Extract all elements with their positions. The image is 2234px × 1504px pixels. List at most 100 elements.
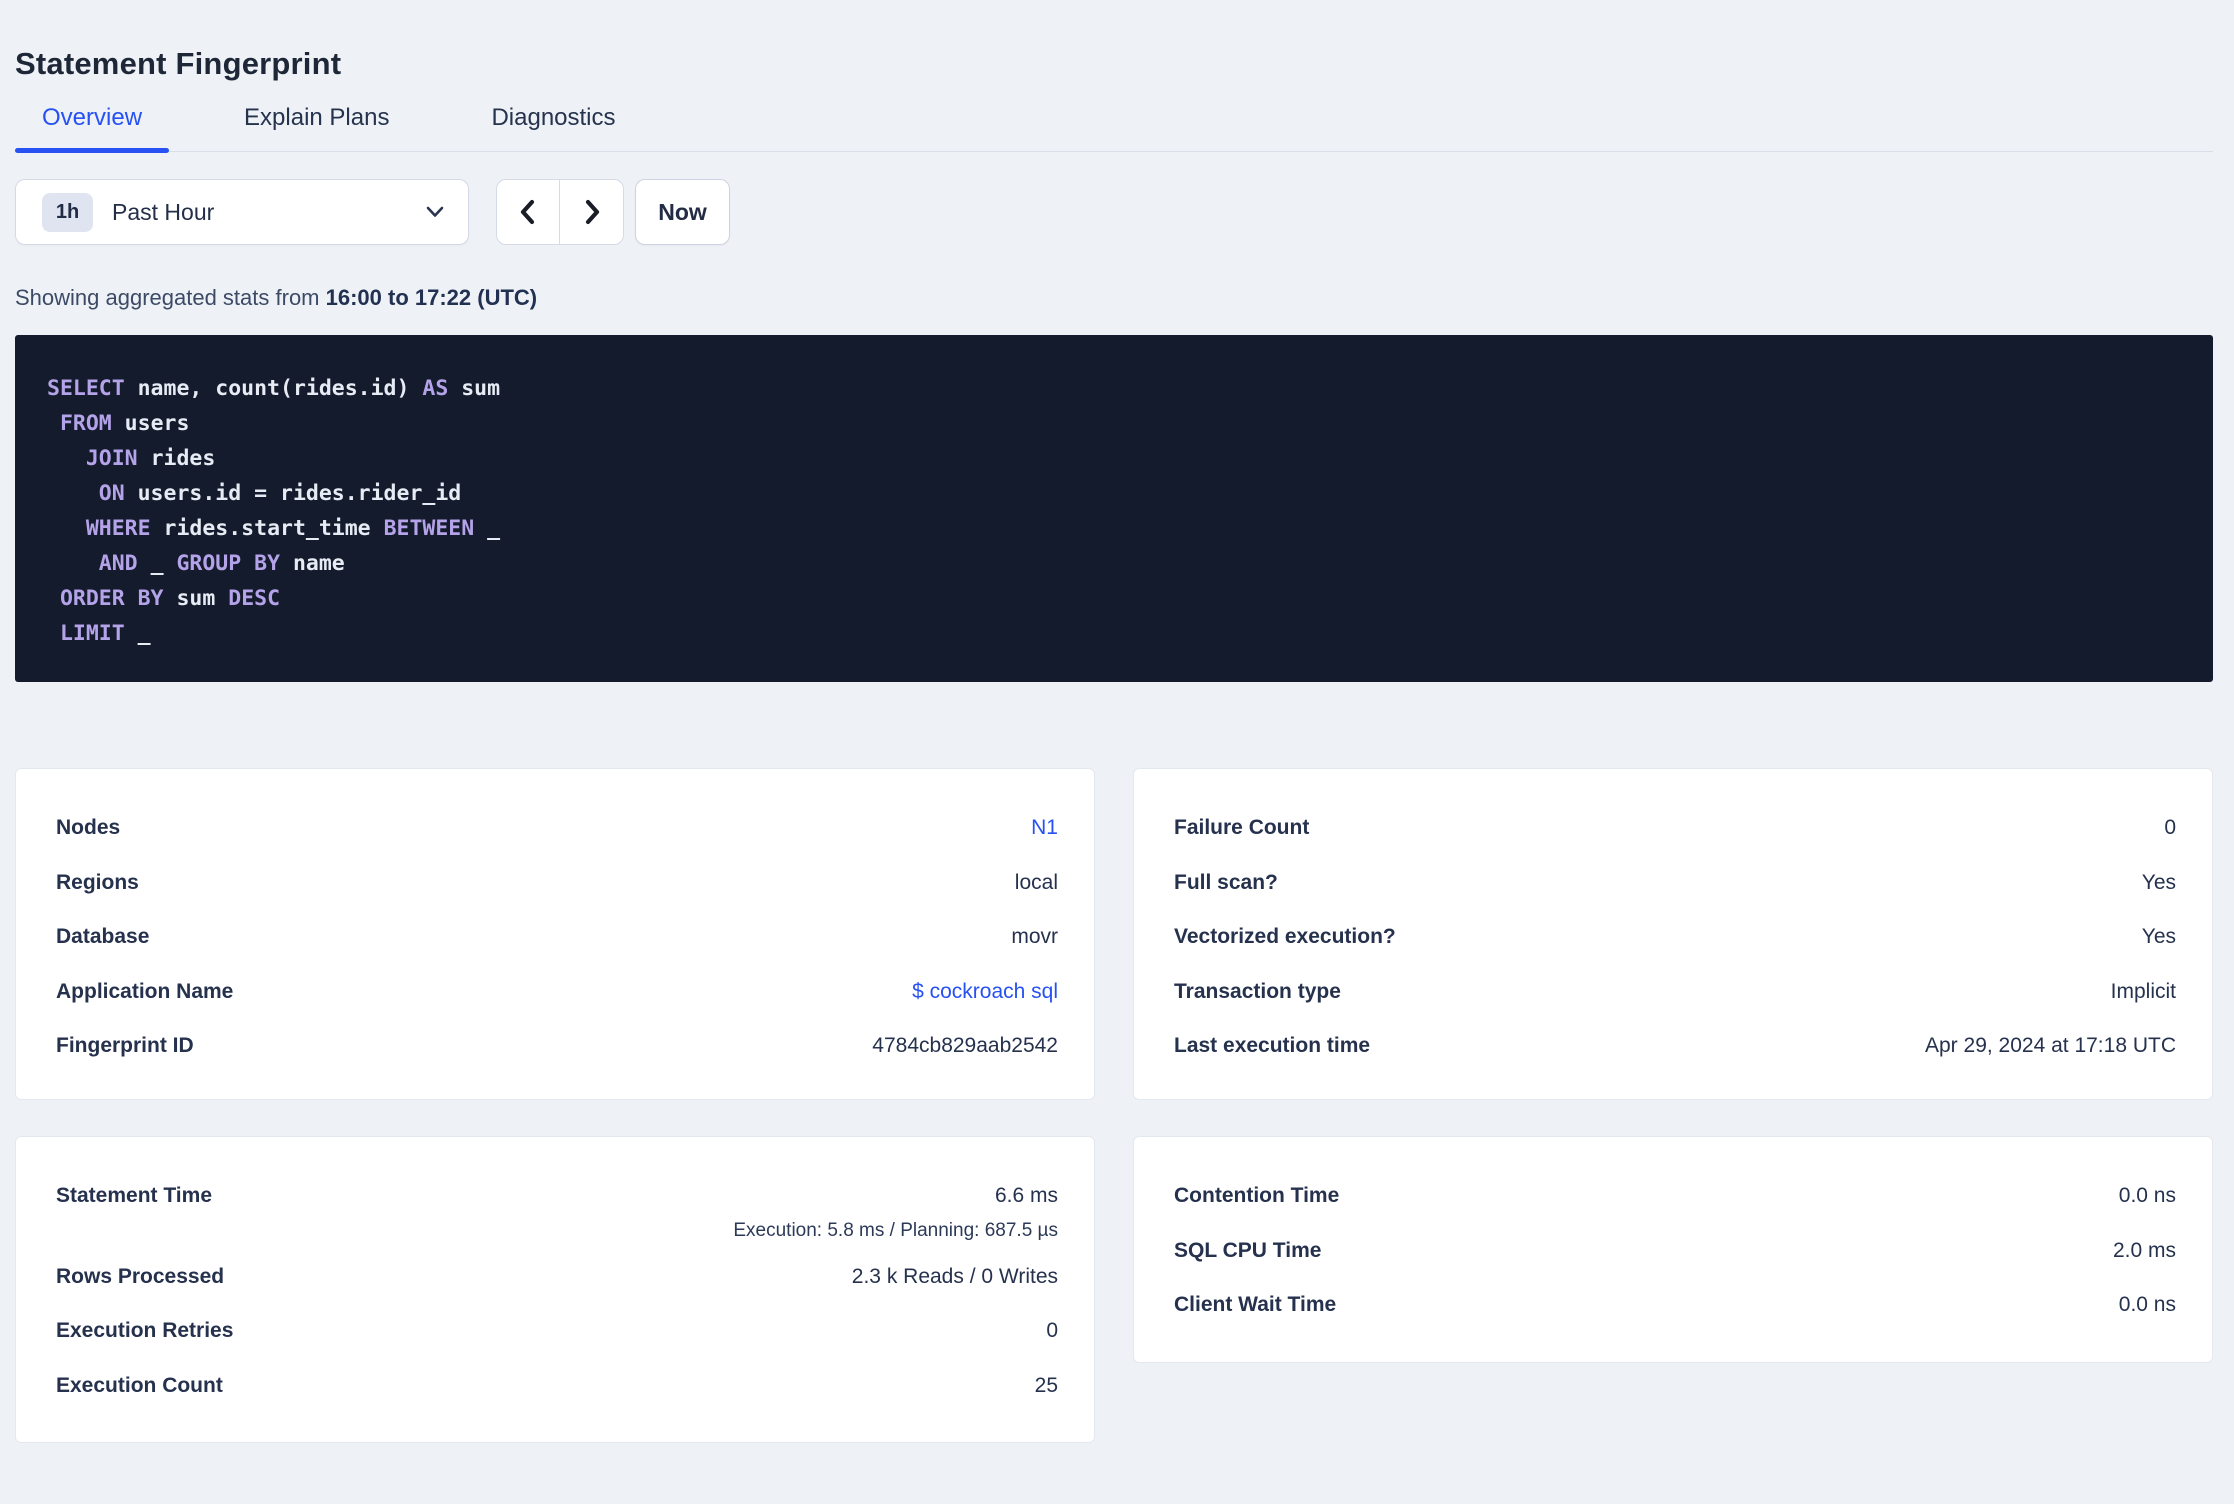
statement-times-card: Statement Time 6.6 ms Execution: 5.8 ms / … (15, 1136, 1095, 1443)
previous-time-window-button[interactable] (497, 180, 560, 244)
stat-row: Contention Time 0.0 ns (1174, 1169, 2176, 1224)
stat-row: Rows Processed 2.3 k Reads / 0 Writes (56, 1250, 1058, 1305)
sql-text: users (111, 411, 190, 436)
stat-value-group: 0 (1046, 1304, 1058, 1359)
sql-line: ON users.id = rides.rider_id (47, 476, 2183, 511)
stat-value-group: $ cockroach sql (912, 965, 1058, 1020)
stat-row: Application Name $ cockroach sql (56, 965, 1058, 1020)
sql-keyword: ON (98, 481, 125, 506)
cards-row-top: Nodes N1 Regions local Database movr Applicati… (15, 768, 2213, 1100)
tab-diagnostics[interactable]: Diagnostics (464, 104, 642, 151)
execution-attributes-card: Failure Count 0 Full scan? Yes Vectorized ex… (1133, 768, 2213, 1100)
sql-text: name, count(rides.id) (124, 376, 423, 401)
stat-label: Execution Retries (56, 1319, 234, 1342)
stat-value: 6.6 ms (994, 1184, 1058, 1207)
chevron-right-icon (585, 199, 599, 225)
sql-text: rides (137, 446, 216, 471)
stat-row: Execution Retries 0 (56, 1304, 1058, 1359)
stat-value-group: 2.3 k Reads / 0 Writes (852, 1250, 1058, 1305)
sql-keyword: AND (98, 551, 138, 576)
sql-text: _ (124, 621, 151, 646)
stat-label: Nodes (56, 816, 121, 839)
sql-text: name (280, 551, 345, 576)
stat-value: Yes (2141, 925, 2176, 948)
stat-label: Regions (56, 870, 139, 894)
stat-value: 2.0 ms (2112, 1238, 2176, 1262)
tab-explain-plans[interactable]: Explain Plans (217, 104, 416, 151)
stat-label: Client Wait Time (1174, 1293, 1337, 1316)
tab-label: Diagnostics (491, 104, 616, 131)
stat-value-group: 4784cb829aab2542 (872, 1019, 1058, 1074)
stat-row: Full scan? Yes (1174, 856, 2176, 911)
sql-line: AND _ GROUP BY name (47, 546, 2183, 581)
sql-line: JOIN rides (47, 441, 2183, 476)
stat-row: Client Wait Time 0.0 ns (1174, 1278, 2176, 1333)
stat-value: 25 (1034, 1373, 1058, 1397)
sql-keyword: SELECT (47, 376, 125, 401)
sql-text: rides.start_time (150, 516, 384, 541)
time-window-nav (496, 179, 624, 245)
sql-keyword: WHERE (85, 516, 151, 541)
stat-label: Fingerprint ID (56, 1034, 194, 1057)
stat-value-group: Implicit (2111, 965, 2176, 1020)
sql-text: sum (163, 586, 229, 611)
stat-row: Database movr (56, 910, 1058, 965)
sql-line: ORDER BY sum DESC (47, 581, 2183, 616)
stat-value-group: 0.0 ns (2119, 1278, 2176, 1333)
wait-times-card: Contention Time 0.0 ns SQL CPU Time 2.0 ms C… (1133, 1136, 2213, 1363)
stat-value: local (1014, 870, 1058, 894)
statement-details-card: Nodes N1 Regions local Database movr Applicati… (15, 768, 1095, 1100)
caption-time-range: 16:00 to 17:22 (UTC) (325, 285, 538, 310)
stat-value: 4784cb829aab2542 (872, 1034, 1058, 1057)
stat-value: movr (1011, 925, 1058, 948)
chevron-down-icon (426, 206, 444, 217)
sql-line: WHERE rides.start_time BETWEEN _ (47, 511, 2183, 546)
sql-line: LIMIT _ (47, 616, 2183, 651)
stat-value: 0 (1046, 1319, 1058, 1342)
stat-label: Execution Count (56, 1373, 223, 1397)
time-range-label: Past Hour (112, 198, 215, 225)
next-time-window-button[interactable] (560, 180, 623, 244)
stat-row: Statement Time 6.6 ms Execution: 5.8 ms / … (56, 1169, 1058, 1250)
stat-value-group: 6.6 ms Execution: 5.8 ms / Planning: 687.… (733, 1169, 1058, 1250)
stat-label: Contention Time (1174, 1184, 1340, 1207)
tab-overview[interactable]: Overview (15, 104, 170, 153)
stat-value-group: local (1015, 856, 1058, 911)
stat-value: Implicit (2110, 979, 2176, 1003)
stat-value-group: Apr 29, 2024 at 17:18 UTC (1925, 1019, 2176, 1074)
time-range-badge: 1h (42, 192, 93, 232)
stat-row: Transaction type Implicit (1174, 965, 2176, 1020)
stat-subvalue: Execution: 5.8 ms / Planning: 687.5 µs (733, 1219, 1058, 1241)
now-button[interactable]: Now (635, 179, 730, 245)
tab-label: Overview (42, 104, 143, 131)
stat-value-group: 2.0 ms (2113, 1224, 2176, 1279)
cards-row-bottom: Statement Time 6.6 ms Execution: 5.8 ms / … (15, 1136, 2213, 1443)
stat-value: Yes (2141, 870, 2176, 894)
stat-label: Failure Count (1174, 816, 1310, 839)
stat-value-group: 0.0 ns (2119, 1169, 2176, 1224)
stat-label: SQL CPU Time (1174, 1238, 1322, 1262)
sql-keyword: FROM (59, 411, 112, 436)
stat-value-link[interactable]: $ cockroach sql (912, 980, 1058, 1003)
stat-value-group: Yes (2142, 856, 2176, 911)
sql-line: FROM users (47, 406, 2183, 441)
stat-label: Full scan? (1174, 870, 1278, 894)
stat-value-group: 0 (2164, 801, 2176, 856)
sql-keyword: GROUP BY (176, 551, 281, 576)
stat-row: SQL CPU Time 2.0 ms (1174, 1224, 2176, 1279)
caption-prefix: Showing aggregated stats from (15, 285, 326, 310)
sql-text: _ (137, 551, 177, 576)
page-title: Statement Fingerprint (15, 46, 342, 81)
stat-value: 0.0 ns (2118, 1184, 2176, 1207)
stat-value: 2.3 k Reads / 0 Writes (851, 1264, 1058, 1288)
time-toolbar: 1h Past Hour Now (15, 179, 2213, 245)
stat-row: Execution Count 25 (56, 1359, 1058, 1414)
sql-text: users.id = rides.rider_id (124, 481, 462, 506)
stat-value-link[interactable]: N1 (1031, 816, 1058, 839)
time-range-dropdown[interactable]: 1h Past Hour (15, 179, 469, 245)
stat-row: Regions local (56, 856, 1058, 911)
stat-label: Application Name (56, 979, 234, 1003)
